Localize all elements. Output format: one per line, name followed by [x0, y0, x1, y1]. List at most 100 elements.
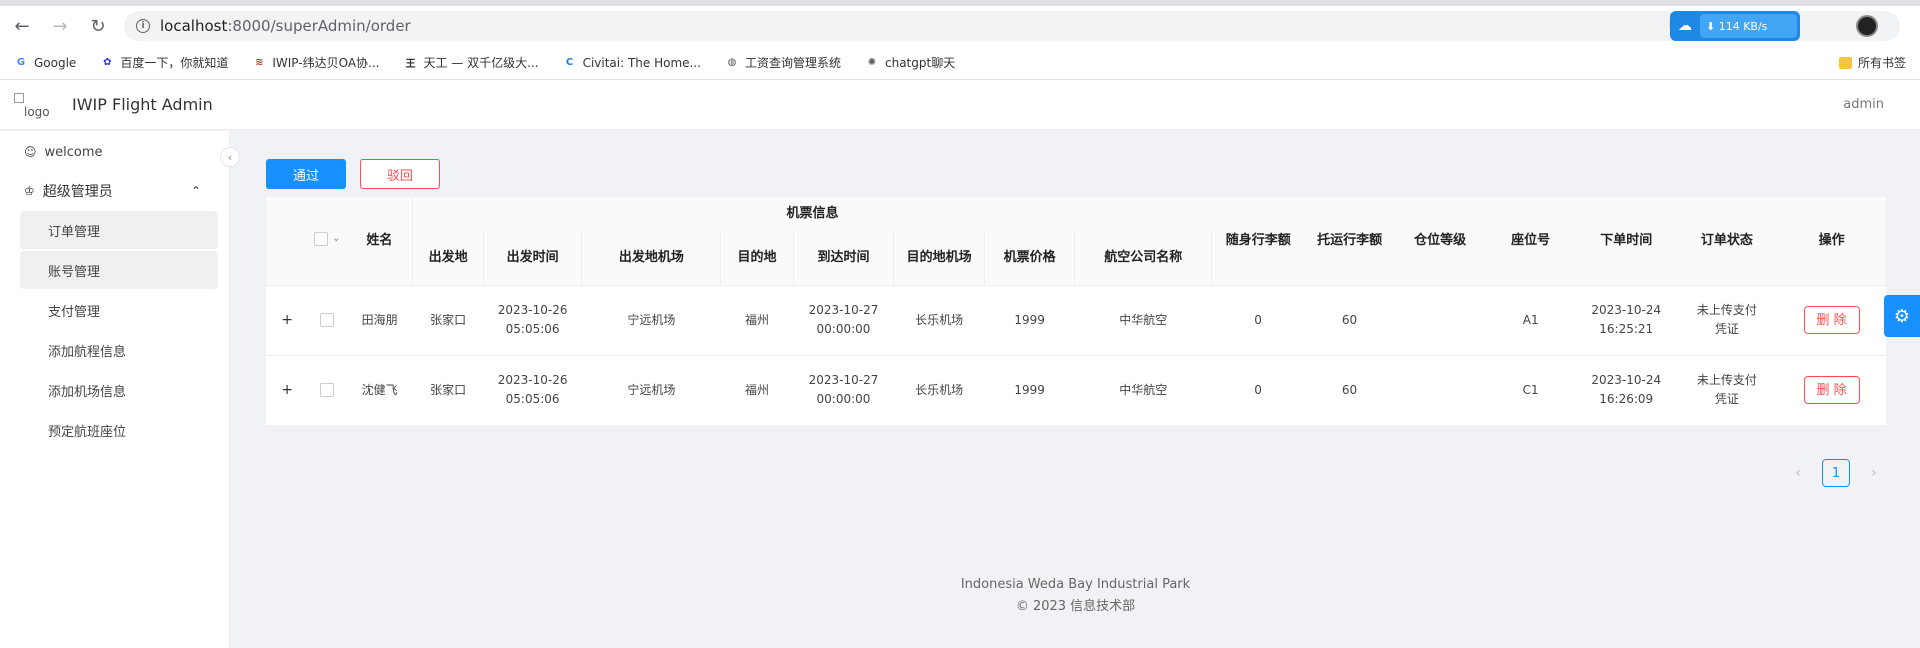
sidebar-item-accounts[interactable]: 账号管理 — [20, 251, 218, 289]
sidebar-item-welcome[interactable]: ☺ welcome — [0, 133, 229, 171]
back-icon[interactable]: ← — [10, 14, 34, 38]
cell-order-time: 2023-10-24 16:26:09 — [1575, 354, 1677, 425]
status-line: 未上传支付 — [1696, 303, 1757, 317]
cell-cabin — [1394, 354, 1486, 425]
delete-button[interactable]: 删 除 — [1803, 306, 1860, 334]
cell-name: 沈健飞 — [346, 354, 413, 425]
cell-dest-airport: 长乐机场 — [893, 284, 985, 355]
checkbox-box — [314, 231, 329, 246]
sidebar-item-payments[interactable]: 支付管理 — [20, 291, 218, 329]
cell-seat: A1 — [1485, 284, 1576, 355]
name-header: 姓名 — [346, 197, 414, 285]
bookmark-item[interactable]: ◍ 工资查询管理系统 — [725, 54, 841, 71]
bookmark-item[interactable]: C Civitai: The Home... — [563, 56, 701, 70]
expand-row-icon[interactable]: + — [266, 354, 309, 425]
cell-depart-airport: 宁远机场 — [581, 354, 721, 425]
table-row: + 沈健飞 张家口 2023-10-26 05:05:06 宁远机场 福州 202… — [266, 354, 1886, 425]
sidebar-item-add-airport[interactable]: 添加机场信息 — [20, 371, 218, 409]
cell-seat: C1 — [1485, 354, 1576, 425]
address-bar[interactable]: i localhost:8000/superAdmin/order ⚿ ☁ ⬇ … — [124, 11, 1900, 41]
cell-status: 未上传支付 凭证 — [1676, 284, 1778, 355]
reject-button[interactable]: 驳回 — [360, 159, 440, 189]
status-line: 凭证 — [1714, 322, 1739, 336]
bookmark-label: 天工 — 双千亿级大... — [423, 56, 539, 70]
download-speed-widget[interactable]: ☁ ⬇ 114 KB/s — [1670, 11, 1800, 41]
arrive-clock: 00:00:00 — [816, 392, 871, 407]
app-title: IWIP Flight Admin — [72, 95, 213, 114]
sidebar-group-super-admin[interactable]: ♔ 超级管理员 ⌃ — [0, 171, 229, 211]
sidebar-item-label: 账号管理 — [48, 264, 101, 280]
broken-image-icon — [14, 92, 24, 103]
profile-avatar[interactable] — [1856, 15, 1878, 37]
bookmark-item[interactable]: ≋ IWIP-纬达贝OA协... — [252, 54, 379, 71]
select-all-checkbox[interactable]: ⌄ — [314, 230, 341, 248]
next-page-icon[interactable]: › — [1866, 465, 1882, 481]
globe-icon: ◍ — [727, 57, 737, 68]
all-bookmarks-button[interactable]: 所有书签 — [1838, 54, 1906, 71]
bookmark-item[interactable]: ✿ 百度一下，你就知道 — [100, 54, 228, 71]
cell-carry-on: 0 — [1211, 284, 1305, 355]
cell-from: 张家口 — [412, 284, 484, 355]
expand-row-icon[interactable]: + — [266, 284, 309, 355]
user-menu[interactable]: admin — [1843, 97, 1884, 112]
row-checkbox[interactable] — [320, 383, 335, 398]
cell-destination: 福州 — [720, 354, 794, 425]
download-rate: ⬇ 114 KB/s — [1700, 14, 1797, 38]
cell-arrive-time: 2023-10-27 00:00:00 — [793, 354, 894, 425]
page-1-button[interactable]: 1 — [1822, 459, 1850, 487]
chevron-up-icon: ⌃ — [190, 184, 201, 198]
browser-toolbar: ← → ↻ i localhost:8000/superAdmin/order … — [0, 6, 1920, 46]
orders-table: ⌄ 姓名 机票信息 随身行李额 托运行李额 仓位等级 座位号 下单时间 订单状态… — [266, 197, 1886, 425]
cabin-class-header: 仓位等级 — [1394, 197, 1486, 285]
all-bookmarks-label: 所有书签 — [1857, 56, 1906, 70]
status-line: 未上传支付 — [1696, 373, 1757, 388]
cell-depart-time: 2023-10-26 05:05:06 — [483, 284, 582, 355]
admin-icon: ♔ — [24, 184, 35, 198]
cell-from: 张家口 — [412, 354, 484, 425]
sidebar-group-label: 超级管理员 — [42, 184, 113, 200]
bookmark-label: IWIP-纬达贝OA协... — [272, 56, 380, 70]
chatgpt-icon: ✺ — [867, 57, 877, 68]
depart-airport-header: 出发地机场 — [581, 231, 722, 285]
smile-icon: ☺ — [24, 145, 37, 159]
order-time-header: 下单时间 — [1575, 197, 1677, 285]
order-date: 2023-10-24 — [1591, 303, 1662, 317]
url-path: :8000/superAdmin/order — [227, 17, 411, 35]
arrive-clock: 00:00:00 — [816, 322, 871, 336]
depart-date: 2023-10-26 — [497, 373, 568, 388]
action-bar: 通过 驳回 — [266, 159, 440, 189]
prev-page-icon[interactable]: ‹ — [1790, 465, 1806, 481]
sidebar-item-book-seat[interactable]: 预定航班座位 — [20, 411, 218, 449]
bookmark-item[interactable]: ✺ chatgpt聊天 — [865, 54, 955, 71]
select-all-header: ⌄ — [308, 197, 347, 285]
sidebar-item-label: 支付管理 — [48, 304, 101, 320]
row-checkbox[interactable] — [320, 313, 335, 327]
order-clock: 16:25:21 — [1599, 322, 1654, 336]
cloud-icon: ☁ — [1678, 18, 1692, 34]
bookmark-item[interactable]: G Google — [14, 56, 76, 70]
sidebar-item-add-route[interactable]: 添加航程信息 — [20, 331, 218, 369]
approve-button[interactable]: 通过 — [266, 159, 346, 189]
bookmark-item[interactable]: 王天工 — 双千亿级大... — [403, 54, 538, 71]
sidebar-item-label: 订单管理 — [48, 224, 101, 240]
logo-alt-text: logo — [24, 104, 50, 119]
checked-baggage-header: 托运行李额 — [1304, 197, 1395, 285]
sidebar-item-orders[interactable]: 订单管理 — [20, 211, 218, 249]
ticket-info-group-header: 机票信息 — [412, 197, 1212, 231]
reload-icon[interactable]: ↻ — [86, 14, 110, 38]
sidebar-item-label: 预定航班座位 — [48, 424, 127, 440]
delete-button[interactable]: 删 除 — [1803, 376, 1860, 405]
chevron-down-icon[interactable]: ⌄ — [332, 230, 340, 248]
settings-gear-icon[interactable]: ⚙ — [1884, 295, 1920, 337]
bookmark-label: 百度一下，你就知道 — [120, 56, 229, 70]
depart-time-header: 出发时间 — [483, 231, 583, 285]
forward-icon[interactable]: → — [48, 14, 72, 38]
order-date: 2023-10-24 — [1591, 373, 1662, 388]
cell-depart-time: 2023-10-26 05:05:06 — [483, 354, 582, 425]
cell-cabin — [1394, 284, 1486, 355]
order-status-header: 订单状态 — [1676, 197, 1778, 285]
info-icon[interactable]: i — [136, 19, 150, 33]
tiangong-icon: 王 — [405, 59, 416, 70]
arrive-date: 2023-10-27 — [808, 303, 879, 317]
url-text: localhost:8000/superAdmin/order — [160, 17, 411, 35]
